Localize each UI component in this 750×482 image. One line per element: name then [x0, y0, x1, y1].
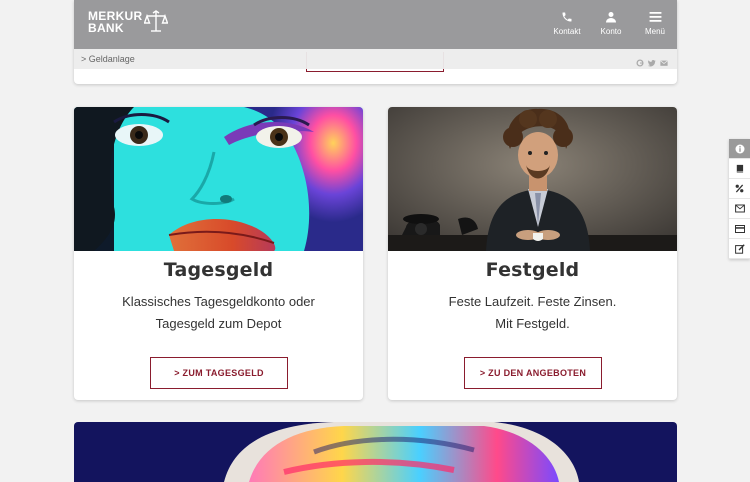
header-nav: Kontakt Konto Menü	[545, 0, 677, 49]
nav-konto[interactable]: Konto	[589, 0, 633, 49]
card-description-line: Mit Festgeld.	[495, 316, 570, 331]
user-icon	[606, 12, 616, 23]
breadcrumb[interactable]: > Geldanlage	[81, 54, 135, 64]
side-credit-card-button[interactable]	[729, 219, 750, 239]
tagesgeld-card: Tagesgeld Klassisches Tagesgeldkonto ode…	[74, 107, 363, 400]
credit-card-icon	[734, 224, 745, 233]
card-description: Klassisches Tagesgeldkonto oder Tagesgel…	[84, 291, 353, 335]
mail-icon	[734, 204, 745, 213]
card-description-line: Klassisches Tagesgeldkonto oder	[122, 294, 315, 309]
info-icon	[735, 144, 744, 153]
book-icon	[736, 164, 744, 173]
card-description-line: Feste Laufzeit. Feste Zinsen.	[448, 294, 617, 309]
site-header: MERKUR BANK Kontakt Konto Menü	[74, 0, 677, 49]
tagesgeld-image	[74, 107, 363, 251]
festgeld-card: Festgeld Feste Laufzeit. Feste Zinsen. M…	[388, 107, 677, 400]
logo-text: MERKUR BANK	[88, 9, 143, 35]
festgeld-image	[388, 107, 677, 251]
side-edit-button[interactable]	[729, 239, 750, 259]
edit-icon	[734, 243, 745, 254]
breadcrumb-bar: > Geldanlage	[74, 49, 677, 69]
nav-label: Konto	[600, 27, 622, 36]
side-toolbar	[729, 139, 750, 259]
merkur-bank-logo[interactable]: MERKUR BANK	[88, 10, 168, 34]
side-percent-button[interactable]	[729, 179, 750, 199]
nav-label: Kontakt	[553, 27, 581, 36]
scales-logo-icon	[144, 10, 168, 32]
twitter-icon[interactable]	[648, 54, 656, 72]
social-share	[636, 54, 668, 72]
side-book-button[interactable]	[729, 159, 750, 179]
phone-icon	[562, 12, 572, 22]
google-plus-icon[interactable]	[636, 54, 644, 72]
nav-kontakt[interactable]: Kontakt	[545, 0, 589, 49]
zu-den-angeboten-button[interactable]: > ZU DEN ANGEBOTEN	[464, 357, 602, 389]
nav-menu[interactable]: Menü	[633, 0, 677, 49]
hamburger-menu-icon	[649, 12, 661, 22]
card-title: Tagesgeld	[163, 259, 274, 281]
card-title: Festgeld	[485, 259, 580, 281]
card-description-line: Tagesgeld zum Depot	[155, 316, 282, 331]
card-description: Feste Laufzeit. Feste Zinsen. Mit Festge…	[398, 291, 667, 335]
zum-tagesgeld-button[interactable]: > ZUM TAGESGELD	[150, 357, 288, 389]
side-info-button[interactable]	[729, 139, 750, 159]
bottom-banner-image	[74, 422, 677, 482]
mail-icon[interactable]	[660, 54, 668, 72]
side-mail-button[interactable]	[729, 199, 750, 219]
nav-label: Menü	[644, 27, 665, 36]
percent-icon	[735, 184, 744, 193]
